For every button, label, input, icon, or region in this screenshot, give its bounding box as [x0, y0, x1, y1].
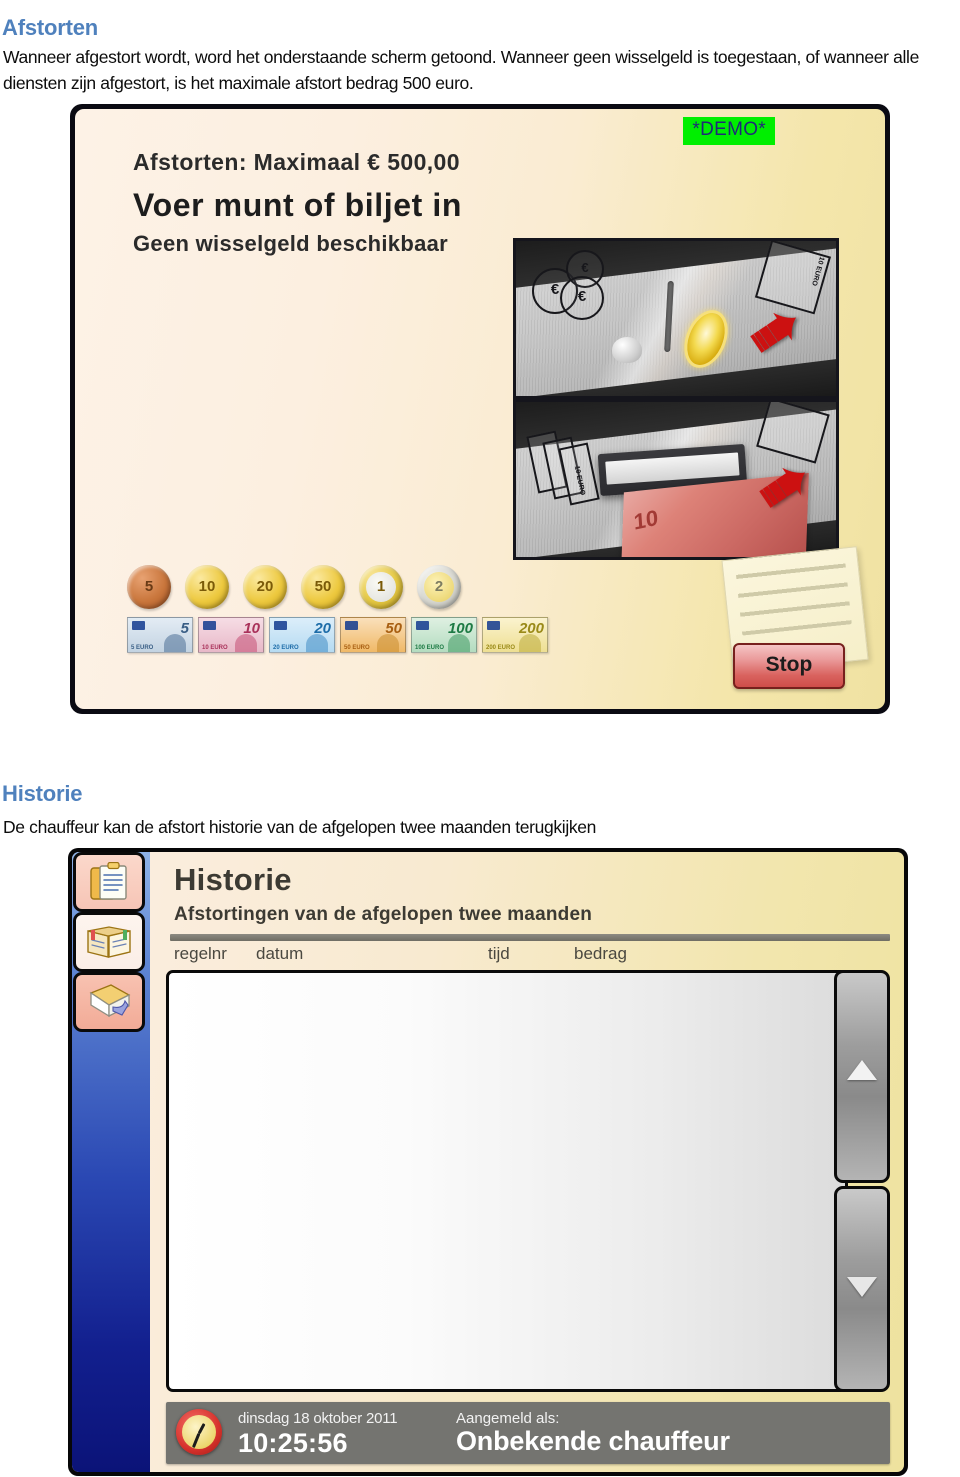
- eu-flag-icon: [203, 621, 216, 630]
- page-heading-historie: Historie: [2, 780, 83, 806]
- scroll-down-button[interactable]: [834, 1186, 890, 1392]
- status-logged-in-user: Onbekende chauffeur: [456, 1426, 730, 1456]
- banknote-outline-label: 10 EURO: [809, 255, 825, 287]
- column-header-regelnr: regelnr: [174, 944, 227, 963]
- kiosk-max-amount-title: Afstorten: Maximaal € 500,00: [133, 149, 460, 175]
- clock-face: [182, 1415, 216, 1449]
- eu-flag-icon: [132, 621, 145, 630]
- header-divider: [170, 934, 890, 941]
- coin-return-knob: [612, 337, 642, 364]
- triangle-up-icon: [847, 1059, 877, 1080]
- coin-2-euro: 2: [417, 565, 461, 609]
- kiosk-deposit-screenshot: *DEMO* Afstorten: Maximaal € 500,00 Voer…: [70, 104, 890, 714]
- open-book-icon: [87, 926, 131, 958]
- coin-slot-photo: € € € ➠ 10 EURO: [513, 238, 839, 399]
- clock-minute-hand: [191, 1432, 201, 1448]
- page-paragraph-historie: De chauffeur kan de afstort historie van…: [3, 816, 597, 837]
- coin-10-cent: 10: [185, 565, 229, 609]
- column-header-datum: datum: [256, 944, 304, 963]
- table-column-headers: regelnr datum tijd bedrag: [170, 944, 890, 970]
- accepted-money-row: 5 10 20 50 1 2 5 5 EURO 10 10 EURO 20 20…: [127, 565, 567, 657]
- status-time: 10:25:56: [238, 1428, 348, 1458]
- historie-window-screenshot: Historie Afstortingen van de afgelopen t…: [68, 848, 908, 1476]
- historie-subtitle: Afstortingen van de afgelopen twee maand…: [174, 904, 593, 925]
- clipboard-notes-icon: [90, 862, 127, 900]
- sidebar-item-historie[interactable]: [73, 852, 145, 912]
- banknote-50-euro: 50 50 EURO: [340, 617, 406, 653]
- banknote-5-euro: 5 5 EURO: [127, 617, 193, 653]
- status-date: dinsdag 18 oktober 2011: [238, 1410, 398, 1427]
- history-list[interactable]: [166, 970, 848, 1392]
- historie-title: Historie: [174, 862, 292, 897]
- page-heading-afstorten: Afstorten: [2, 14, 98, 40]
- coin-5-cent: 5: [127, 565, 171, 609]
- scroll-up-button[interactable]: [834, 970, 890, 1183]
- status-bar: dinsdag 18 oktober 2011 10:25:56 Aangeme…: [166, 1402, 890, 1464]
- column-header-bedrag: bedrag: [574, 944, 627, 963]
- eu-flag-icon: [274, 621, 287, 630]
- demo-badge: *DEMO*: [683, 117, 775, 145]
- sidebar-item-logboek[interactable]: [73, 912, 145, 972]
- kiosk-subinstruction: Geen wisselgeld beschikbaar: [133, 231, 449, 256]
- coin-20-cent: 20: [243, 565, 287, 609]
- eu-flag-icon: [487, 621, 500, 630]
- stop-button[interactable]: Stop: [733, 643, 845, 689]
- banknote-outline-label: 10 EURO: [572, 465, 586, 496]
- sidebar: [72, 852, 150, 1472]
- banknote-100-euro: 100 100 EURO: [411, 617, 477, 653]
- sidebar-item-berichten[interactable]: [73, 972, 145, 1032]
- historie-screen: Historie Afstortingen van de afgelopen t…: [72, 852, 904, 1472]
- clock-icon: [176, 1409, 222, 1455]
- coin-1-euro: 1: [359, 565, 403, 609]
- euro-coin-outline-icon: €: [560, 276, 604, 321]
- eu-flag-icon: [416, 621, 429, 630]
- envelope-reply-icon: [89, 984, 131, 1018]
- banknote-200-euro: 200 200 EURO: [482, 617, 548, 653]
- banknote-10-euro: 10 10 EURO: [198, 617, 264, 653]
- triangle-down-icon: [847, 1277, 877, 1297]
- banknote-20-euro: 20 20 EURO: [269, 617, 335, 653]
- euro-coin-outline-group: € € €: [532, 250, 666, 337]
- coin-50-cent: 50: [301, 565, 345, 609]
- page-paragraph-afstorten: Wanneer afgestort wordt, word het onders…: [3, 46, 919, 93]
- eu-flag-icon: [345, 621, 358, 630]
- kiosk-screen: *DEMO* Afstorten: Maximaal € 500,00 Voer…: [75, 109, 885, 709]
- historie-content: Historie Afstortingen van de afgelopen t…: [150, 852, 904, 1472]
- banknote-slot-photo: 10 EURO ➠: [513, 399, 839, 560]
- column-header-tijd: tijd: [488, 944, 510, 963]
- kiosk-instruction: Voer munt of biljet in: [133, 187, 463, 223]
- banknote-slot-inner: [605, 451, 740, 484]
- status-login-label: Aangemeld als:: [456, 1410, 560, 1427]
